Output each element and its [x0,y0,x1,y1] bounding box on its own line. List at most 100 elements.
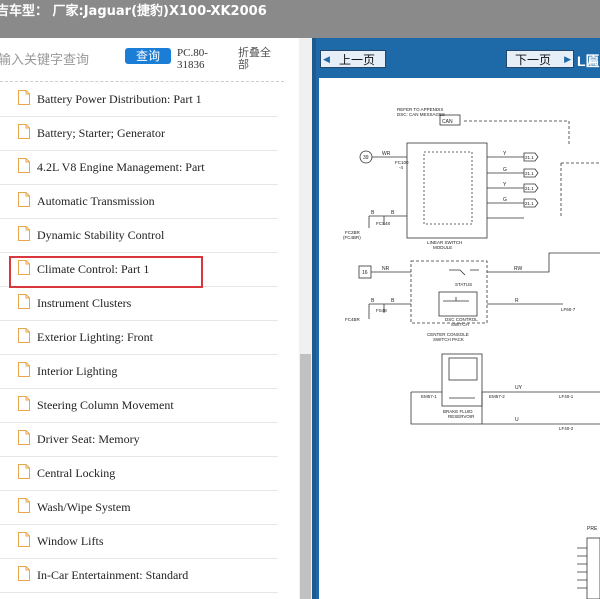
document-icon [18,498,30,513]
wire-wr: WR [382,151,391,157]
can-label: CAN [442,119,453,125]
wire-b: B [371,210,375,216]
next-page-label: 下一页 [515,53,552,67]
tree-item[interactable]: Window Lifts [0,525,278,559]
title-bar: 吉车型： 厂家:Jaguar(捷豹)X100-XK2006 [0,0,600,38]
tree-item-label: Battery Power Distribution: Part 1 [37,92,202,106]
collapse-all-link[interactable]: 折叠全部 [238,47,278,71]
wire-u: U [515,417,519,423]
tree-item[interactable]: Battery; Starter; Generator [0,117,278,151]
document-icon [18,124,30,139]
arrow-right-icon: ▶ [564,55,571,65]
document-icon [18,566,30,581]
tree-item-label: Instrument Clusters [37,296,132,310]
wire-b: B [391,210,395,216]
tree-item[interactable]: Battery Power Distribution: Part 1 [0,83,278,117]
arrow-left-icon: ◀ [323,55,330,65]
tree-item-label: Wash/Wipe System [37,500,131,514]
document-icon [18,362,30,377]
pin-label: EM57-1 [421,394,437,399]
tree-item-label: 4.2L V8 Engine Management: Part [37,160,205,174]
wire-g: G [503,167,507,173]
wire-r: R [515,298,519,304]
wire-y: Y [503,182,507,188]
tree-item-selected[interactable]: Dynamic Stability Control [0,219,278,253]
tree-item-label: Driver Seat: Memory [37,432,140,446]
connector-label: FS48 [376,308,387,313]
prev-page-button[interactable]: ◀ 上一页 [320,50,386,68]
search-divider [0,81,284,82]
search-input[interactable]: 输入关键字查询 [0,49,89,68]
wire-nr: NR [382,266,390,272]
ref-21: 21.1 [525,171,534,176]
document-icon [18,192,30,207]
tree-item[interactable]: Steering Column Movement [0,389,278,423]
tree-item-label: Exterior Lighting: Front [37,330,153,344]
scrollbar-thumb[interactable] [300,354,311,599]
module-label: MODULE [433,245,452,250]
ref-21: 21.1 [525,186,534,191]
document-code: PC.80-31836 [177,47,208,71]
vertical-scrollbar[interactable] [299,38,312,599]
vehicle-title: 吉车型： 厂家:Jaguar(捷豹)X100-XK2006 [0,4,267,19]
document-icon [18,396,30,411]
pin-label: LF40-1 [559,394,574,399]
pin-label: LF40-2 [559,426,574,431]
ref-21: 21.1 [525,155,534,160]
tree-item-label: Interior Lighting [37,364,118,378]
wire-g: G [503,197,507,203]
left-panel: 输入关键字查询 查询 PC.80-31836 折叠全部 Battery Powe… [0,38,312,599]
pin-label: -4 [399,165,403,170]
tree-item-label: Battery; Starter; Generator [37,126,165,140]
search-button[interactable]: 查询 [125,48,171,64]
next-page-button[interactable]: 下一页 ▶ [506,50,574,68]
refer-note: DSC: CAN MESSAGES [397,112,445,117]
reservoir-label: RESERVOIR [448,414,475,419]
tree-item-label: Steering Column Movement [37,398,174,412]
document-icon [18,158,30,173]
tree-item[interactable]: Central Locking [0,457,278,491]
wiring-diagram: REFER TO APPENDIX DSC: CAN MESSAGES CAN … [343,107,600,599]
tree-item[interactable]: Driver Seat: Memory [0,423,278,457]
tree-item-label: In-Car Entertainment: Standard [37,568,189,582]
wire-uy: UY [515,385,523,391]
viewer-toolbar: ◀ 上一页 下一页 ▶ L匾 [316,38,600,71]
wiring-diagram-page: REFER TO APPENDIX DSC: CAN MESSAGES CAN … [319,78,600,599]
tree-item[interactable]: Wash/Wipe System [0,491,278,525]
document-icon [18,328,30,343]
tree-item[interactable]: Exterior Lighting: Front [0,321,278,355]
wire-b: B [391,298,395,304]
document-icon [18,226,30,241]
pre-label: PRE [587,526,598,532]
pack-label: SWITCH PACK [433,337,464,342]
tree-item-label: Central Locking [37,466,116,480]
search-bar: 输入关键字查询 查询 PC.80-31836 折叠全部 [0,38,312,82]
connector-label: FCS48 [376,221,391,226]
connector-16: 16 [362,270,368,276]
wire-b: B [371,298,375,304]
status-label: STATUS [455,282,472,287]
tree-item[interactable]: 4.2L V8 Engine Management: Part [0,151,278,185]
viewer-extra-text: L匾 [577,53,600,69]
wire-rw: RW [514,266,523,272]
connector-39: 39 [363,155,369,161]
tree-item-label: Automatic Transmission [37,194,155,208]
document-icon [18,294,30,309]
switch-label: SWITCH [451,322,469,327]
tree-item[interactable]: Instrument Clusters [0,287,278,321]
document-icon [18,430,30,445]
document-icon [18,464,30,479]
ground-label: FC4BR [345,317,361,322]
tree-item-label: Dynamic Stability Control [37,228,165,242]
pin-label: LF60-7 [561,307,576,312]
tree-item[interactable]: Automatic Transmission [0,185,278,219]
prev-page-label: 上一页 [339,53,376,67]
document-icon [18,532,30,547]
wire-y: Y [503,151,507,157]
tree-item[interactable]: In-Car Entertainment: Standard [0,559,278,593]
tree-item-label: Window Lifts [37,534,104,548]
tree-item[interactable]: Interior Lighting [0,355,278,389]
pin-label: EM57-2 [489,394,505,399]
viewer-panel: ◀ 上一页 下一页 ▶ L匾 REFER TO APPENDIX DSC: CA… [316,38,600,599]
ref-21: 21.1 [525,201,534,206]
